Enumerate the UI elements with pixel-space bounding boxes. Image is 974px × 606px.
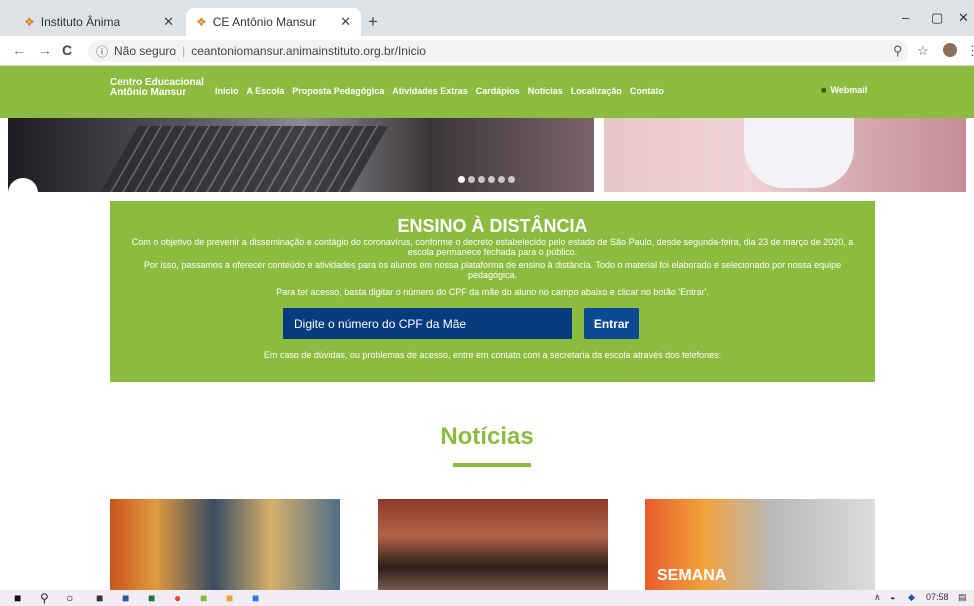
security-label: Não seguro bbox=[114, 44, 177, 58]
file-explorer-icon[interactable]: ■ bbox=[226, 591, 233, 605]
menu-item-localizacao[interactable]: Localização bbox=[571, 86, 622, 96]
tray-chevron-icon[interactable]: ∧ bbox=[874, 592, 881, 603]
new-tab-button[interactable]: + bbox=[368, 12, 378, 32]
menu-item-noticias[interactable]: Notícias bbox=[528, 86, 563, 96]
store-icon[interactable]: ■ bbox=[252, 591, 259, 605]
news-card[interactable]: SEMANA bbox=[645, 499, 875, 590]
tab-title: Instituto Ânima bbox=[40, 15, 121, 29]
browser-tab-bar: ❖ Instituto Ânima ✕ ❖ CE Antônio Mansur … bbox=[0, 0, 974, 36]
back-icon[interactable]: ← bbox=[12, 42, 26, 58]
main-menu: Início A Escola Proposta Pedagógica Ativ… bbox=[215, 86, 672, 96]
forward-icon[interactable]: → bbox=[38, 42, 52, 58]
close-tab-icon[interactable]: ✕ bbox=[340, 14, 351, 30]
task-view-icon[interactable]: ■ bbox=[96, 591, 103, 605]
site-logo[interactable]: Centro Educacional Antônio Mansur bbox=[110, 78, 204, 98]
chrome-icon[interactable]: ● bbox=[174, 591, 181, 605]
dropbox-icon[interactable]: ◆ bbox=[908, 592, 915, 603]
menu-item-inicio[interactable]: Início bbox=[215, 86, 239, 96]
news-section-title: Notícias bbox=[440, 423, 534, 450]
address-bar[interactable]: ⓘ Não seguro | ceantoniomansur.animainst… bbox=[88, 40, 908, 62]
word-icon[interactable]: ■ bbox=[122, 591, 129, 605]
cpf-input[interactable]: Digite o número do CPF da Mãe bbox=[283, 308, 572, 339]
excel-icon[interactable]: ■ bbox=[148, 591, 155, 605]
slider-prev-button[interactable] bbox=[8, 178, 38, 208]
person-graphic bbox=[744, 118, 854, 188]
distance-learning-panel: ENSINO À DISTÂNCIA Com o objetivo de pre… bbox=[110, 201, 875, 382]
clock-time[interactable]: 07:58 bbox=[926, 592, 949, 602]
slider-dot[interactable] bbox=[488, 176, 495, 183]
slider-dot[interactable] bbox=[468, 176, 475, 183]
keyboard-graphic bbox=[97, 126, 389, 192]
windows-start-icon[interactable]: ■ bbox=[14, 591, 21, 605]
close-tab-icon[interactable]: ✕ bbox=[163, 14, 174, 30]
webmail-label: Webmail bbox=[830, 85, 868, 95]
menu-item-proposta-pedagogica[interactable]: Proposta Pedagógica bbox=[292, 86, 384, 96]
paragraph-line: Com o objetivo de prevenir a disseminaçã… bbox=[131, 237, 854, 247]
menu-item-a-escola[interactable]: A Escola bbox=[247, 86, 285, 96]
card-caption: SEMANA bbox=[657, 567, 727, 584]
profile-avatar[interactable] bbox=[943, 43, 957, 57]
menu-item-cardapios[interactable]: Cardápios bbox=[476, 86, 520, 96]
zoom-icon[interactable]: ⚲ bbox=[893, 43, 903, 59]
title-underline bbox=[453, 463, 531, 467]
slider-dot[interactable] bbox=[458, 176, 465, 183]
browser-toolbar: ← → C ⓘ Não seguro | ceantoniomansur.ani… bbox=[0, 36, 974, 66]
paragraph-line: Por isso, passamos a oferecer conteúdo e… bbox=[143, 260, 842, 270]
lock-icon: ■ bbox=[821, 85, 827, 95]
menu-item-atividades-extras[interactable]: Atividades Extras bbox=[392, 86, 468, 96]
hero-image-classroom bbox=[604, 118, 966, 192]
minimize-button[interactable]: – bbox=[902, 10, 909, 25]
slider-dots bbox=[458, 176, 515, 183]
menu-kebab-icon[interactable]: ⋮ bbox=[966, 43, 974, 59]
news-card[interactable] bbox=[110, 499, 340, 590]
paragraph-line: escola permanece fechada para o público. bbox=[407, 247, 578, 257]
news-card[interactable] bbox=[378, 499, 608, 590]
info-icon[interactable]: ⓘ bbox=[96, 43, 108, 60]
webmail-link[interactable]: ■ Webmail bbox=[821, 85, 867, 95]
search-icon[interactable]: ⚲ bbox=[40, 591, 49, 605]
entrar-button[interactable]: Entrar bbox=[584, 308, 639, 339]
panel-paragraph-2: Por isso, passamos a oferecer conteúdo e… bbox=[110, 260, 875, 280]
site-header: Centro Educacional Antônio Mansur Início… bbox=[0, 66, 974, 118]
address-separator: | bbox=[182, 44, 186, 58]
site-favicon-icon: ❖ bbox=[196, 15, 207, 29]
panel-paragraph-3: Para ter acesso, basta digitar o número … bbox=[276, 287, 709, 297]
paragraph-line: pedagógica. bbox=[467, 270, 518, 280]
bookmark-star-icon[interactable]: ☆ bbox=[917, 43, 929, 59]
app-icon[interactable]: ■ bbox=[200, 591, 207, 605]
slider-dot[interactable] bbox=[498, 176, 505, 183]
restore-button[interactable]: ▢ bbox=[931, 10, 943, 26]
cortana-icon[interactable]: ○ bbox=[66, 591, 73, 605]
logo-line-2: Antônio Mansur bbox=[110, 87, 187, 98]
windows-taskbar: ■ ⚲ ○ ■ ■ ■ ● ■ ■ ■ ∧ ◒ ◆ 07:58 ▤ bbox=[0, 590, 974, 606]
site-favicon-icon: ❖ bbox=[24, 15, 35, 29]
tab-title: CE Antônio Mansur bbox=[212, 15, 317, 29]
close-window-button[interactable]: ✕ bbox=[958, 10, 969, 26]
menu-item-contato[interactable]: Contato bbox=[630, 86, 664, 96]
slider-dot[interactable] bbox=[478, 176, 485, 183]
reload-icon[interactable]: C bbox=[62, 42, 72, 58]
network-icon[interactable]: ◒ bbox=[890, 592, 895, 602]
panel-title: ENSINO À DISTÂNCIA bbox=[397, 216, 588, 236]
url-text: ceantoniomansur.animainstituto.org.br/In… bbox=[191, 44, 426, 58]
tab-ce-antonio-mansur[interactable]: ❖ CE Antônio Mansur ✕ bbox=[186, 8, 361, 36]
slider-dot[interactable] bbox=[508, 176, 515, 183]
tab-instituto-anima[interactable]: ❖ Instituto Ânima ✕ bbox=[14, 8, 184, 36]
panel-paragraph-4: Em caso de dúvidas, ou problemas de aces… bbox=[263, 350, 722, 360]
notifications-icon[interactable]: ▤ bbox=[958, 592, 967, 603]
panel-paragraph-1: Com o objetivo de prevenir a disseminaçã… bbox=[110, 237, 875, 257]
